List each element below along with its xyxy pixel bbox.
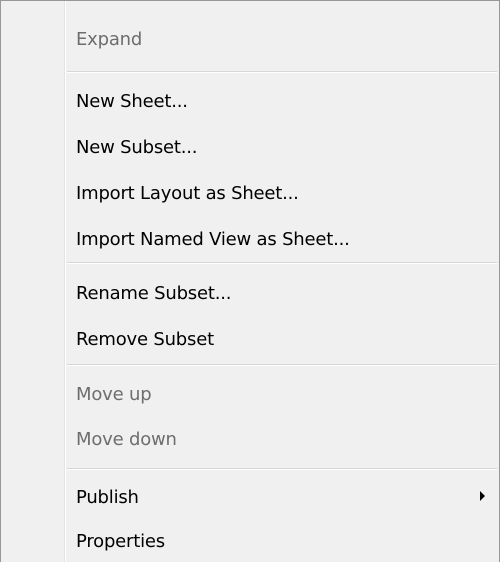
menu-item-new-subset[interactable]: New Subset... bbox=[76, 125, 198, 171]
menu-separator bbox=[67, 71, 497, 73]
icon-gutter-divider-highlight bbox=[65, 1, 66, 562]
menu-item-move-down[interactable]: Move down bbox=[76, 417, 177, 463]
menu-item-move-up[interactable]: Move up bbox=[76, 372, 152, 418]
menu-separator bbox=[67, 364, 497, 366]
submenu-arrow-icon bbox=[480, 491, 485, 501]
menu-item-import-layout-as-sheet[interactable]: Import Layout as Sheet... bbox=[76, 171, 299, 217]
menu-item-properties[interactable]: Properties bbox=[76, 519, 165, 565]
menu-item-publish[interactable]: Publish bbox=[76, 475, 499, 521]
menu-separator bbox=[67, 468, 497, 470]
menu-separator bbox=[67, 262, 497, 264]
menu-item-new-sheet[interactable]: New Sheet... bbox=[76, 79, 188, 125]
menu-item-publish-label: Publish bbox=[76, 487, 139, 508]
menu-item-rename-subset[interactable]: Rename Subset... bbox=[76, 271, 231, 317]
menu-item-remove-subset[interactable]: Remove Subset bbox=[76, 317, 214, 363]
menu-item-expand[interactable]: Expand bbox=[76, 17, 142, 63]
menu-item-import-named-view-as-sheet[interactable]: Import Named View as Sheet... bbox=[76, 217, 350, 263]
context-menu: Expand New Sheet... New Subset... Import… bbox=[0, 0, 500, 562]
